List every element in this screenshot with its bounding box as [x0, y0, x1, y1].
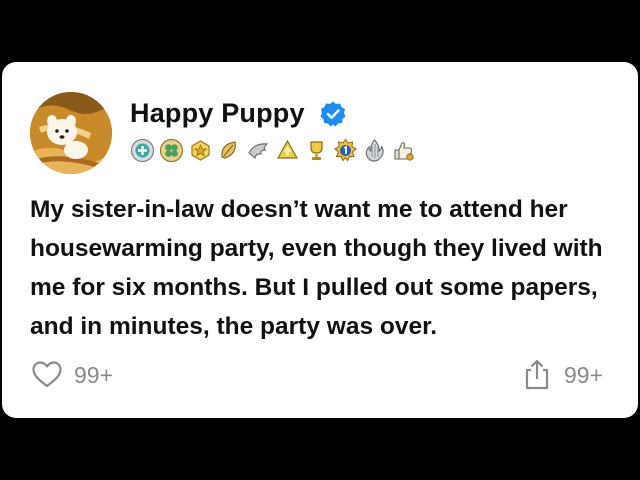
share-count: 99+ [564, 361, 604, 388]
green-clover-badge-icon [159, 138, 184, 163]
post-text: My sister-in-law doesn’t want me to atte… [30, 196, 603, 340]
cartoon-dog-avatar-icon [30, 92, 112, 174]
teal-cross-badge-icon [130, 138, 155, 163]
verified-badge-icon [319, 100, 347, 128]
achievement-badges [130, 138, 416, 163]
thumbs-up-badge-icon [391, 138, 416, 163]
author-avatar[interactable] [30, 92, 112, 174]
like-count: 99+ [74, 361, 114, 388]
gold-leaf-badge-icon [217, 138, 242, 163]
gold-trophy-badge-icon [304, 138, 329, 163]
silver-wing-badge-icon [246, 138, 271, 163]
like-button[interactable]: 99+ [30, 358, 113, 392]
silver-flame-badge-icon [362, 138, 387, 163]
heart-icon [32, 361, 62, 388]
post-card: Happy Puppy My sister-in-law doesn’t wan… [2, 62, 638, 418]
author-name[interactable]: Happy Puppy [130, 98, 305, 129]
gold-arrow-up-badge-icon [275, 138, 300, 163]
author-header: Happy Puppy [130, 98, 347, 129]
gold-star-badge-icon [188, 138, 213, 163]
share-button[interactable]: 99+ [520, 358, 603, 392]
share-icon [525, 359, 549, 390]
number-one-badge-icon [333, 138, 358, 163]
